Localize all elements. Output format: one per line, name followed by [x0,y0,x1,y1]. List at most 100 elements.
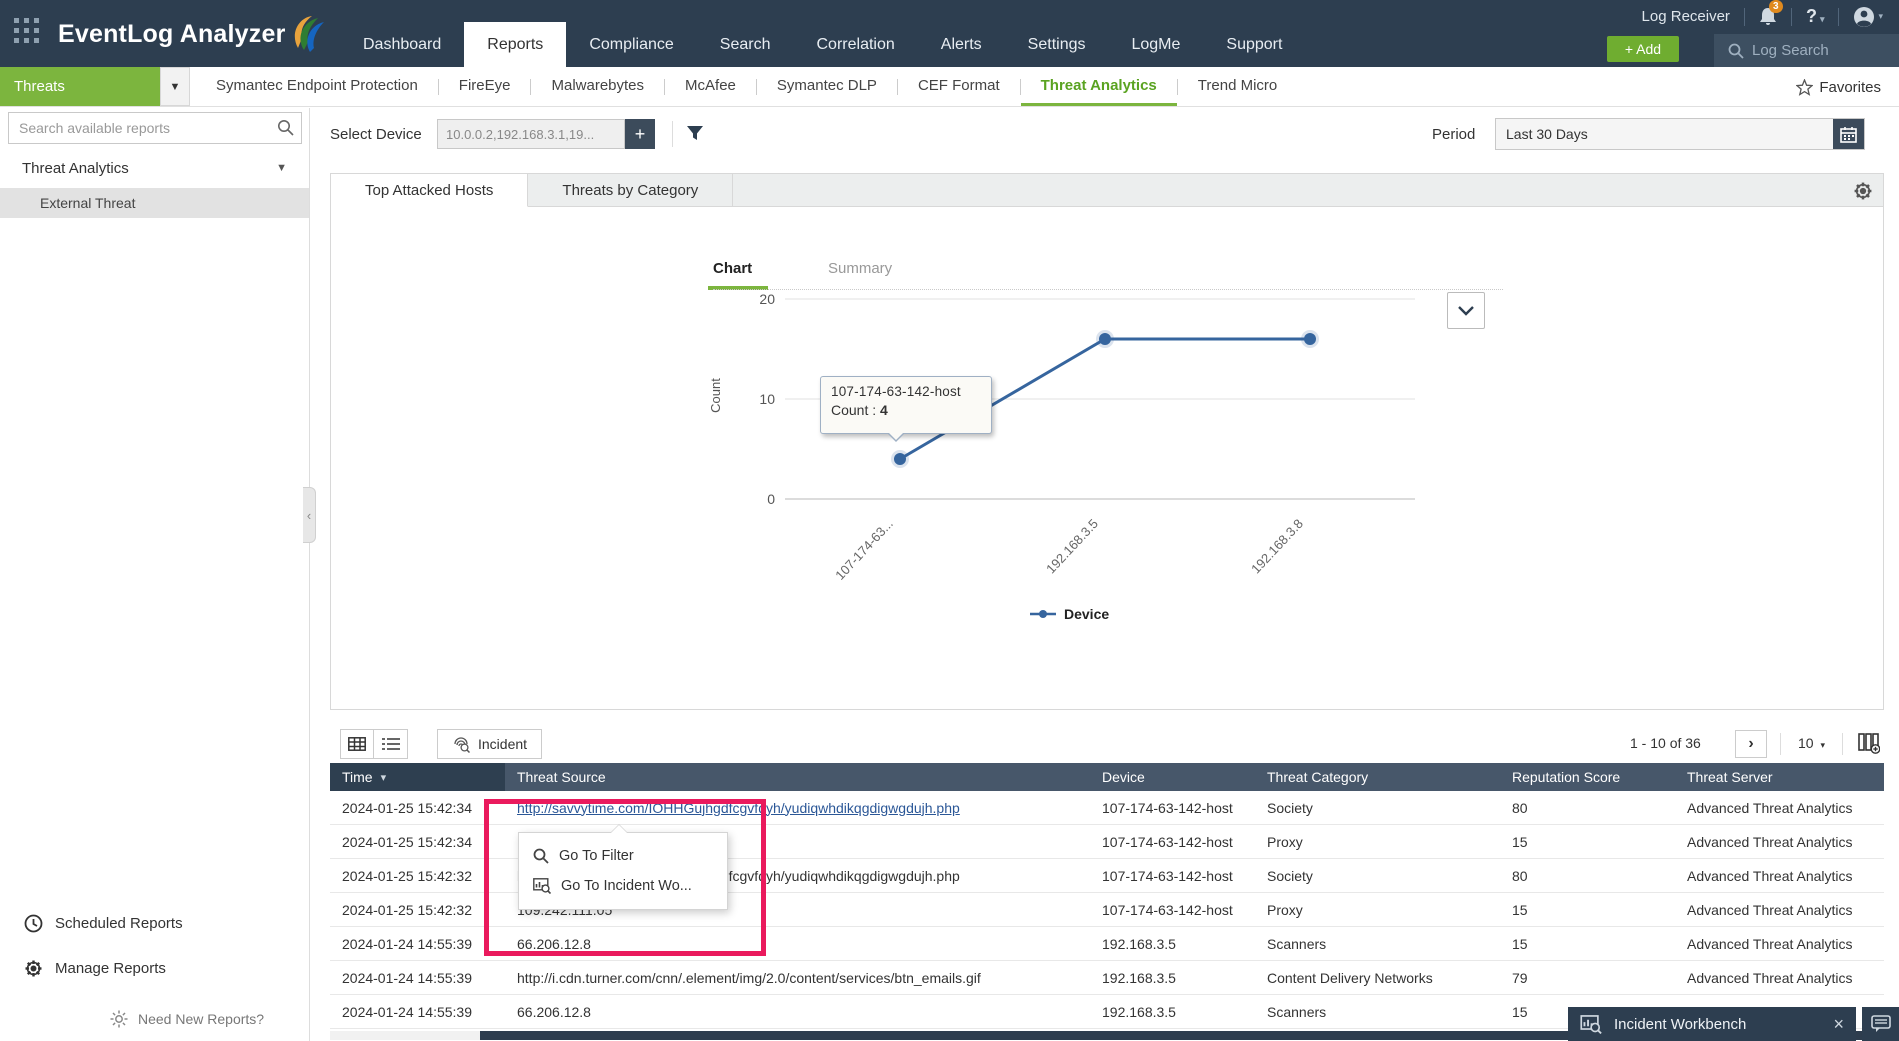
sidebar-item-external-threat[interactable]: External Threat [0,188,309,218]
cell-value: Advanced Threat Analytics [1687,799,1853,816]
nav-search[interactable]: Search [697,22,794,67]
data-point-1[interactable] [1099,333,1111,345]
chart-magnifier-icon [1580,1014,1602,1034]
manage-reports-label: Manage Reports [55,959,166,977]
chat-button[interactable] [1862,1007,1899,1041]
subnav-malwarebytes[interactable]: Malwarebytes [531,67,664,106]
sidebar-collapse-handle[interactable]: ‹ [303,487,316,543]
report-settings-gear-icon[interactable] [1853,181,1873,201]
nav-settings[interactable]: Settings [1005,22,1109,67]
list-view-button[interactable] [374,729,408,759]
add-device-button[interactable]: + [625,119,655,149]
subnav-symantec-dlp[interactable]: Symantec DLP [757,67,897,106]
column-header-threat-source[interactable]: Threat Source [505,763,1090,791]
scheduled-reports-label: Scheduled Reports [55,914,183,932]
user-avatar-icon [1854,6,1875,27]
log-receiver-link[interactable]: Log Receiver [1642,8,1730,25]
cell-score: 79 [1500,961,1675,994]
manage-reports-button[interactable]: Manage Reports [0,951,309,985]
report-category-dropdown[interactable]: Threats ▼ [0,67,190,106]
subnav-cef-format[interactable]: CEF Format [898,67,1020,106]
page-size-value: 10 [1798,735,1814,751]
subnav-trend-micro[interactable]: Trend Micro [1178,67,1297,106]
tab-chart[interactable]: Chart [713,260,752,277]
subnav-symantec-endpoint-protection[interactable]: Symantec Endpoint Protection [196,67,438,106]
subnav-fireeye[interactable]: FireEye [439,67,531,106]
cell-source: 66.206.12.8 [505,995,1090,1028]
cell-value: 107-174-63-142-host [1102,799,1233,816]
context-menu-go-to-filter[interactable]: Go To Filter [519,841,727,871]
app-logo[interactable]: EventLog Analyzer [58,14,326,54]
column-header-threat-category[interactable]: Threat Category [1255,763,1500,791]
add-button[interactable]: + Add [1607,36,1679,62]
device-input[interactable] [437,119,625,149]
calendar-icon[interactable] [1833,119,1864,149]
incident-button[interactable]: Incident [437,729,543,759]
notifications-bell-icon[interactable]: 3 [1759,0,1783,27]
manage-columns-icon[interactable] [1858,732,1880,754]
cell-source: http://i.cdn.turner.com/cnn/.element/img… [505,961,1090,994]
incident-workbench-bar[interactable]: Incident Workbench × [1568,1007,1856,1041]
chevron-down-icon: ▾ [1820,740,1825,750]
cell-value: Advanced Threat Analytics [1687,935,1853,952]
column-header-device[interactable]: Device [1090,763,1255,791]
grid-view-button[interactable] [340,729,374,759]
sidebar-section-threat-analytics[interactable]: Threat Analytics ▼ [0,152,309,184]
nav-dashboard[interactable]: Dashboard [340,22,464,67]
table-row[interactable]: 2024-01-24 14:55:39 66.206.12.8 192.168.3.… [330,927,1884,961]
column-header-reputation-score[interactable]: Reputation Score [1500,763,1675,791]
scheduled-reports-button[interactable]: Scheduled Reports [0,906,309,940]
subnav-threat-analytics[interactable]: Threat Analytics [1020,67,1177,106]
close-icon[interactable]: × [1833,1014,1844,1035]
period-picker[interactable]: Last 30 Days [1495,118,1865,150]
column-header-time[interactable]: Time ▾ [330,763,505,791]
subnav-mcafee[interactable]: McAfee [665,67,756,106]
tab-top-attacked-hosts[interactable]: Top Attacked Hosts [331,174,529,207]
cell-value: 80 [1512,799,1528,816]
log-search-button[interactable]: Log Search [1714,34,1899,67]
table-row[interactable]: 2024-01-25 15:42:34 http://savvytime.com/… [330,791,1884,825]
page-size-dropdown[interactable]: 10 ▾ [1798,735,1825,751]
nav-logme[interactable]: LogMe [1108,22,1203,67]
nav-support[interactable]: Support [1203,22,1305,67]
tab-summary[interactable]: Summary [828,260,892,277]
nav-alerts[interactable]: Alerts [918,22,1005,67]
threat-source-link[interactable]: http://savvytime.com/IOHHGujhgdfcgvfdyh/… [517,800,960,816]
tab-threats-by-category[interactable]: Threats by Category [528,174,734,206]
cell-value: 79 [1512,969,1528,986]
incident-workbench-label: Incident Workbench [1614,1015,1747,1033]
cell-value: 15 [1512,935,1528,952]
user-menu[interactable]: ▾ [1853,6,1883,28]
favorites-button[interactable]: Favorites [1796,67,1881,107]
context-menu-go-to-incident-workbench[interactable]: Go To Incident Wo... [519,871,727,901]
cell-value: 15 [1512,1003,1528,1020]
app-launcher-icon[interactable] [14,18,46,50]
app-title: EventLog Analyzer [58,19,286,48]
help-menu[interactable]: ? ▾ [1806,6,1825,27]
chevron-down-icon [1458,305,1474,316]
search-icon [1728,43,1744,59]
cell-value: 80 [1512,867,1528,884]
search-icon[interactable] [277,119,294,136]
need-new-reports-button[interactable]: Need New Reports? [110,1010,264,1028]
cell-value: Advanced Threat Analytics [1687,833,1853,850]
table-row[interactable]: 2024-01-24 14:55:39 http://i.cdn.turner.c… [330,961,1884,995]
data-point-2[interactable] [1304,333,1316,345]
next-page-button[interactable]: › [1735,730,1767,758]
chart-options-button[interactable] [1447,292,1485,329]
cell-value: 2024-01-25 15:42:32 [342,901,472,918]
nav-correlation[interactable]: Correlation [794,22,918,67]
tooltip-caret [887,432,905,442]
data-point-0[interactable] [894,453,906,465]
column-header-threat-server[interactable]: Threat Server [1675,763,1884,791]
cell-value: 192.168.3.5 [1102,1003,1176,1020]
period-value: Last 30 Days [1506,126,1588,142]
filter-funnel-icon[interactable] [686,124,704,142]
chart-legend[interactable]: Device [1030,606,1109,622]
cell-source: http://savvytime.com/IOHHGujhgdfcgvfdyh/… [505,791,1090,824]
gear-icon [25,960,42,976]
nav-compliance[interactable]: Compliance [566,22,696,67]
filter-row: Select Device + Period Last 30 Days [310,108,1899,162]
report-search-input[interactable] [8,112,302,144]
nav-reports[interactable]: Reports [464,22,567,67]
